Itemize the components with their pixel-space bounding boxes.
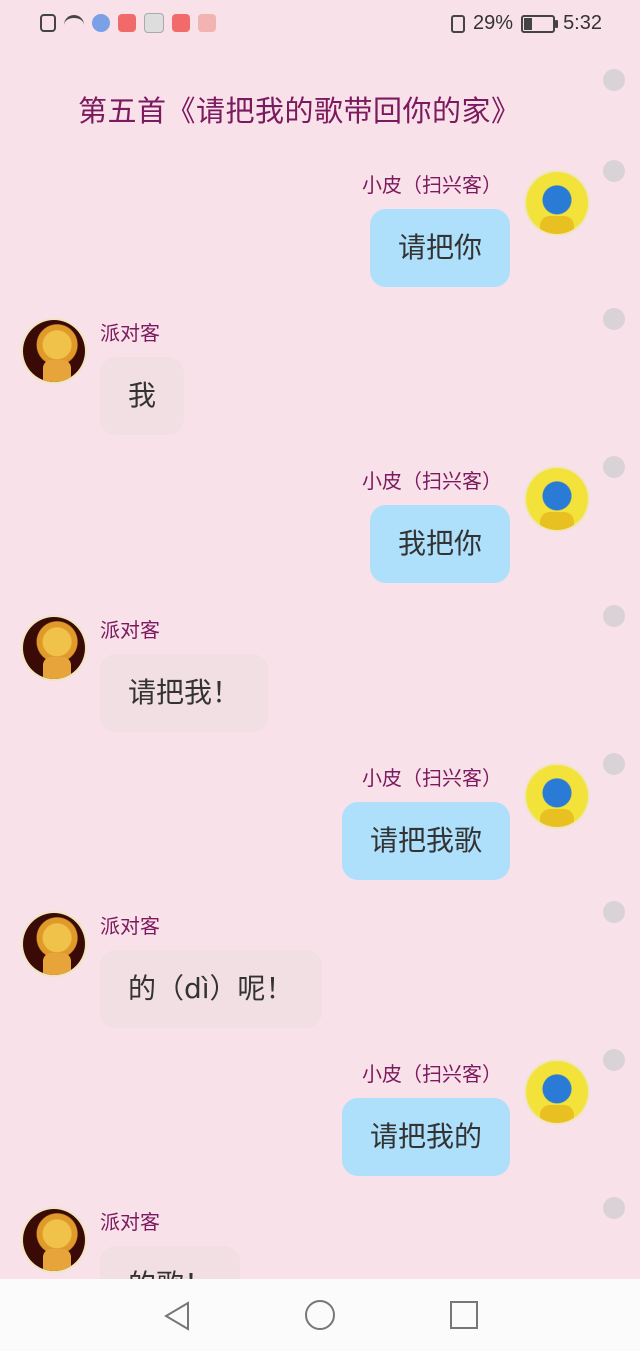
music-app-icon xyxy=(92,14,110,32)
keyboard-app-icon xyxy=(144,13,164,33)
sender-name: 小皮（扫兴客） xyxy=(362,1062,502,1086)
back-triangle-icon[interactable] xyxy=(164,1301,192,1331)
app-notification-icon xyxy=(118,14,136,32)
message-bubble[interactable]: 的（dì）呢！ xyxy=(100,950,322,1028)
message-bubble[interactable]: 请把我！ xyxy=(100,654,269,732)
app-notification-icon xyxy=(172,14,190,32)
yellow-robot-avatar[interactable] xyxy=(526,1061,588,1123)
status-right: 29% 5:32 xyxy=(451,12,602,35)
battery-percent: 29% xyxy=(473,12,514,34)
select-indicator[interactable] xyxy=(603,69,625,91)
select-indicator[interactable] xyxy=(603,1049,625,1071)
dark-figure-avatar[interactable] xyxy=(23,617,85,679)
home-circle-icon[interactable] xyxy=(305,1300,335,1330)
select-indicator[interactable] xyxy=(603,456,625,478)
sender-name: 小皮（扫兴客） xyxy=(362,173,502,197)
select-indicator[interactable] xyxy=(603,1197,625,1219)
yellow-robot-avatar[interactable] xyxy=(526,172,588,234)
wifi-icon xyxy=(64,14,84,32)
message-bubble[interactable]: 请把我的 xyxy=(341,1098,510,1176)
sender-name: 派对客 xyxy=(100,618,160,642)
message-bubble[interactable]: 我把你 xyxy=(369,505,510,583)
message-bubble[interactable]: 我 xyxy=(100,357,185,435)
dark-figure-avatar[interactable] xyxy=(23,320,85,382)
sim-alert-icon xyxy=(40,14,56,32)
select-indicator[interactable] xyxy=(603,901,625,923)
select-indicator[interactable] xyxy=(603,160,625,182)
clock: 5:32 xyxy=(563,12,602,34)
battery-icon xyxy=(521,14,559,33)
recents-square-icon[interactable] xyxy=(450,1301,478,1329)
sender-name: 小皮（扫兴客） xyxy=(362,766,502,790)
dark-figure-avatar[interactable] xyxy=(23,913,85,975)
sender-name: 派对客 xyxy=(100,914,160,938)
page-title: 第五首《请把我的歌带回你的家》 xyxy=(78,94,521,128)
yellow-robot-avatar[interactable] xyxy=(526,468,588,530)
sender-name: 派对客 xyxy=(100,1210,160,1234)
select-indicator[interactable] xyxy=(603,605,625,627)
select-indicator[interactable] xyxy=(603,753,625,775)
sender-name: 小皮（扫兴客） xyxy=(362,469,502,493)
sender-name: 派对客 xyxy=(100,321,160,345)
yellow-robot-avatar[interactable] xyxy=(526,765,588,827)
dark-figure-avatar[interactable] xyxy=(23,1209,85,1271)
battery-fill xyxy=(524,17,533,30)
vibrate-icon xyxy=(451,14,466,33)
select-indicator[interactable] xyxy=(603,308,625,330)
notification-icons xyxy=(40,13,216,33)
message-bubble[interactable]: 请把我歌 xyxy=(341,802,510,880)
status-bar: 29% 5:32 xyxy=(0,0,640,50)
navigation-bar xyxy=(0,1279,640,1351)
message-bubble[interactable]: 请把你 xyxy=(369,209,510,287)
app-notification-icon xyxy=(198,14,216,32)
